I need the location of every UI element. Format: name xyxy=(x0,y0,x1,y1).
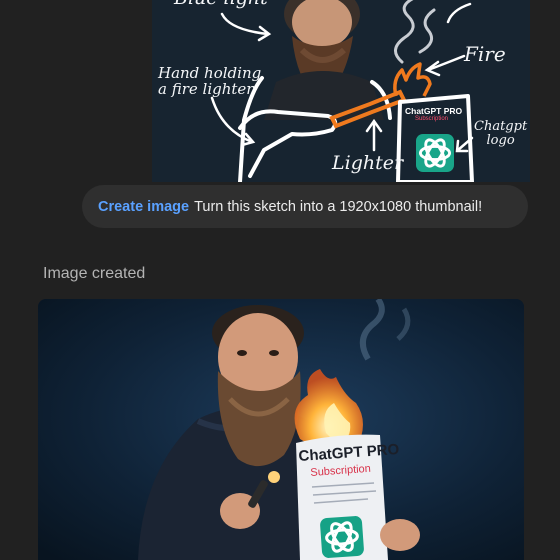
create-image-tag[interactable]: Create image xyxy=(98,199,189,215)
user-message-text: Turn this sketch into a 1920x1080 thumbn… xyxy=(194,198,483,215)
sketch-card-subtitle: Subscription xyxy=(415,116,449,122)
generated-image-scene xyxy=(38,299,524,560)
openai-logo-icon xyxy=(416,134,454,172)
image-created-status: Image created xyxy=(43,265,146,282)
generated-image[interactable]: ChatGPT PRO Subscription xyxy=(38,299,524,560)
sketch-label-logo-line1: Chatgpt xyxy=(474,119,528,134)
sketch-label-fire: Fire xyxy=(464,42,506,66)
user-message-bubble: Create image Turn this sketch into a 192… xyxy=(82,185,528,228)
sketch-image[interactable]: Blue light Hand holding a fire lighter F… xyxy=(152,0,530,182)
sketch-label-hand: Hand holding a fire lighter xyxy=(158,65,261,98)
sketch-label-blue-light: Blue light xyxy=(174,0,268,9)
openai-logo-icon xyxy=(319,515,365,559)
sketch-label-logo-line2: logo xyxy=(486,132,515,148)
sketch-label-logo: Chatgpt logo xyxy=(474,120,527,147)
sketch-label-lighter: Lighter xyxy=(332,152,404,174)
sketch-label-hand-line2: a fire lighter xyxy=(158,79,254,98)
sketch-card-title: ChatGPT PRO xyxy=(405,106,463,116)
